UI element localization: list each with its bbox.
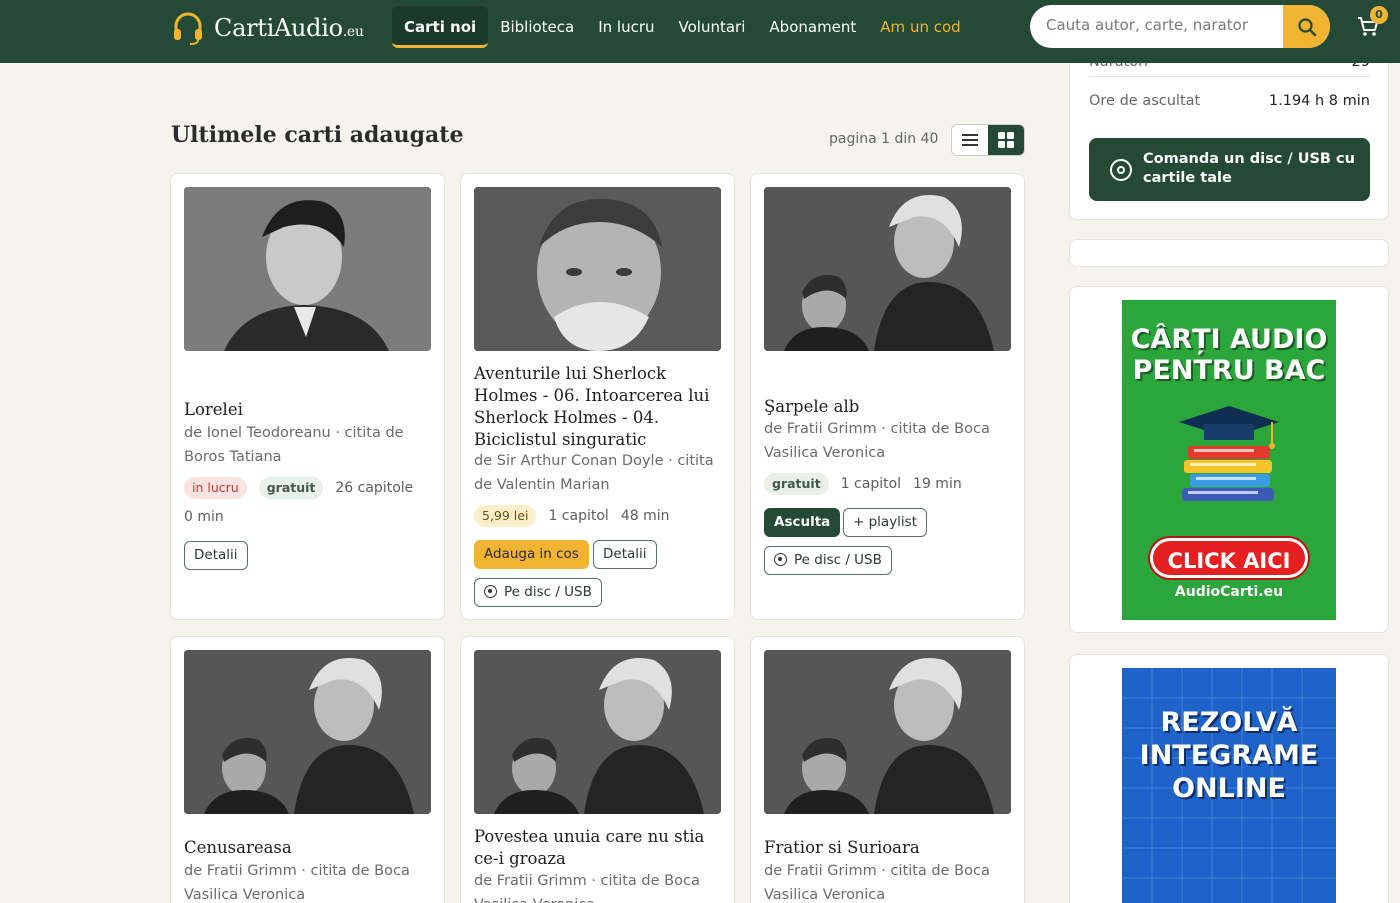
- disc-icon: [774, 553, 787, 566]
- book-duration: 0 min: [184, 509, 224, 525]
- stat-listening-hours: Ore de ascultat 1.194 h 8 min: [1089, 93, 1370, 109]
- nav-abonament[interactable]: Abonament: [757, 6, 868, 48]
- book-card: Lorelei de Ionel Teodoreanu · citita de …: [170, 173, 445, 620]
- book-duration-row: 0 min: [184, 509, 224, 525]
- section-title: Ultimele carti adaugate: [171, 122, 464, 148]
- ad-domain: AudioCarti.eu: [1174, 584, 1284, 600]
- empty-sidebar-box: [1069, 239, 1389, 267]
- price-badge: 5,99 lei: [474, 505, 537, 527]
- details-button[interactable]: Detalii: [593, 540, 657, 569]
- details-button[interactable]: Detalii: [184, 541, 248, 570]
- search-input[interactable]: [1046, 16, 1276, 34]
- book-duration: 48 min: [620, 508, 670, 524]
- grid-icon: [998, 132, 1014, 148]
- listen-button[interactable]: Asculta: [764, 508, 841, 537]
- disc-icon: [1110, 159, 1132, 181]
- book-card: Şarpele alb de Fratii Grimm · citita de …: [750, 173, 1025, 620]
- ad-click-button[interactable]: CLICK AICI: [1150, 538, 1308, 578]
- book-author[interactable]: de Fratii Grimm · citita de Boca Vasilic…: [764, 859, 1014, 903]
- page-indicator: pagina 1 din 40: [829, 131, 939, 147]
- top-navbar: CartiAudio.eu Carti noi Biblioteca In lu…: [0, 0, 1400, 63]
- book-card: Povestea unuia care nu stia ce-i groaza …: [460, 636, 735, 903]
- book-author[interactable]: de Sir Arthur Conan Doyle · citita de Va…: [474, 449, 724, 497]
- book-cover-image[interactable]: [474, 650, 721, 814]
- book-author[interactable]: de Ionel Teodoreanu · citita de Boros Ta…: [184, 421, 434, 469]
- ad-box-bac: CÂRȚI AUDIO PENTRU BAC CLICK AICI AudioC…: [1069, 286, 1389, 633]
- nav-carti-noi[interactable]: Carti noi: [392, 6, 489, 48]
- book-title[interactable]: Cenusareasa: [184, 837, 434, 859]
- book-title[interactable]: Povestea unuia care nu stia ce-i groaza: [474, 826, 724, 870]
- book-cover-image[interactable]: [474, 187, 721, 351]
- nav-am-un-cod[interactable]: Am un cod: [868, 6, 972, 48]
- list-view-button[interactable]: [952, 125, 988, 155]
- books-graduation-icon: [1179, 406, 1279, 501]
- book-meta: 5,99 lei 1 capitol 48 min: [474, 505, 669, 527]
- book-card: Aventurile lui Sherlock Holmes - 06. Int…: [460, 173, 735, 620]
- book-cover-image[interactable]: [184, 187, 431, 351]
- search-box: [1030, 5, 1330, 48]
- main-nav: Carti noi Biblioteca In lucru Voluntari …: [392, 6, 973, 48]
- book-cover-image[interactable]: [764, 650, 1011, 814]
- chapter-count: 26 capitole: [335, 480, 414, 496]
- add-playlist-button[interactable]: + playlist: [843, 508, 928, 537]
- cart-count-badge: 0: [1370, 6, 1388, 24]
- list-icon: [962, 134, 978, 146]
- disc-usb-button[interactable]: Pe disc / USB: [764, 546, 892, 575]
- book-meta: gratuit 1 capitol 19 min: [764, 473, 962, 495]
- grid-view-button[interactable]: [988, 125, 1024, 155]
- book-cover-image[interactable]: [764, 187, 1011, 351]
- ad-box-integrame: REZOLVĂ INTEGRAME ONLINE: [1069, 654, 1389, 903]
- nav-voluntari[interactable]: Voluntari: [667, 6, 758, 48]
- ad-banner-integrame[interactable]: REZOLVĂ INTEGRAME ONLINE: [1122, 668, 1336, 903]
- brand-name: CartiAudio.eu: [214, 14, 364, 42]
- free-badge: gratuit: [258, 477, 324, 499]
- book-card: Fratior si Surioara de Fratii Grimm · ci…: [750, 636, 1025, 903]
- nav-biblioteca[interactable]: Biblioteca: [488, 6, 586, 48]
- view-toggle: [951, 124, 1025, 156]
- ad-banner-bac[interactable]: CÂRȚI AUDIO PENTRU BAC CLICK AICI AudioC…: [1122, 300, 1336, 620]
- book-author[interactable]: de Fratii Grimm · citita de Boca Vasilic…: [474, 869, 724, 903]
- disc-icon: [484, 585, 497, 598]
- headphones-icon: [174, 12, 202, 45]
- book-author[interactable]: de Fratii Grimm · citita de Boca Vasilic…: [764, 417, 1014, 465]
- status-badge: in lucru: [184, 477, 247, 499]
- search-button[interactable]: [1283, 5, 1330, 48]
- book-cover-image[interactable]: [184, 650, 431, 814]
- book-title[interactable]: Fratior si Surioara: [764, 837, 1014, 859]
- book-title[interactable]: Aventurile lui Sherlock Holmes - 06. Int…: [474, 363, 724, 451]
- book-duration: 19 min: [913, 476, 962, 492]
- book-title[interactable]: Lorelei: [184, 399, 434, 421]
- site-logo[interactable]: CartiAudio.eu: [172, 8, 364, 48]
- disc-usb-button[interactable]: Pe disc / USB: [474, 578, 602, 607]
- chapter-count: 1 capitol: [840, 476, 902, 492]
- free-badge: gratuit: [764, 473, 829, 495]
- book-meta: in lucru gratuit 26 capitole: [184, 477, 413, 499]
- chapter-count: 1 capitol: [548, 508, 609, 524]
- book-author[interactable]: de Fratii Grimm · citita de Boca Vasilic…: [184, 859, 434, 903]
- nav-in-lucru[interactable]: In lucru: [586, 6, 666, 48]
- book-title[interactable]: Şarpele alb: [764, 396, 1014, 418]
- add-to-cart-button[interactable]: Adauga in cos: [474, 540, 589, 569]
- book-card: Cenusareasa de Fratii Grimm · citita de …: [170, 636, 445, 903]
- order-disc-button[interactable]: Comanda un disc / USB cu cartile tale: [1089, 138, 1370, 201]
- cart-button[interactable]: 0: [1356, 6, 1388, 42]
- search-icon: [1297, 17, 1316, 36]
